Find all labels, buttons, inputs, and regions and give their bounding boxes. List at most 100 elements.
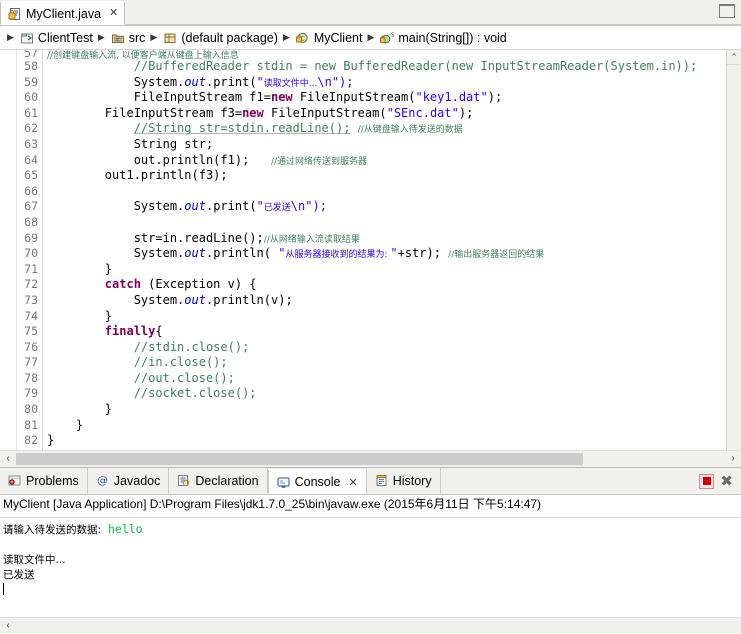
line-number: 69 <box>24 230 38 245</box>
tab-console[interactable]: Console ✕ <box>267 469 367 494</box>
tab-javadoc[interactable]: @ Javadoc <box>87 468 170 493</box>
line-number: 76 <box>24 339 38 354</box>
code-line: //BufferedReader stdin = new BufferedRea… <box>43 59 726 75</box>
code-line: //socket.close(); <box>43 386 726 402</box>
editor-horizontal-scrollbar[interactable]: ‹ › <box>0 450 741 467</box>
code-line: System.out.println(v); <box>47 292 293 307</box>
code-string: " <box>256 199 264 214</box>
breadcrumb-item-default-package[interactable]: (default package) <box>161 31 280 45</box>
code-string: " <box>390 246 398 261</box>
code-keyword: finally <box>104 324 156 339</box>
line-number: 64 <box>24 152 38 167</box>
code-string-chinese: 已发送 <box>263 203 291 214</box>
editor-tab-myclient[interactable]: MyClient.java ✕ <box>0 1 126 25</box>
view-toolbar: ✖ <box>695 468 741 494</box>
line-number-gutter: 57 58 59 60 61 62 63 64 65 66 67 68 69 70 71 72 73 74 75 76… <box>17 50 43 450</box>
tab-label: Console <box>294 475 341 489</box>
line-number: 77 <box>24 355 38 370</box>
line-number: 79 <box>24 386 38 401</box>
scroll-up-icon[interactable]: ⌃ <box>727 50 741 65</box>
javadoc-icon: @ <box>96 474 109 487</box>
tab-label: Javadoc <box>113 473 161 488</box>
hscroll-track[interactable] <box>16 453 725 465</box>
code-string-chinese: 从服务器接收到的结果为: <box>285 250 391 261</box>
tab-declaration[interactable]: Declaration <box>169 468 268 493</box>
editor-overview-ruler[interactable]: ⌃ <box>726 50 741 450</box>
breadcrumb-item-main-method[interactable]: S main(String[]) : void <box>378 31 508 45</box>
line-number: 61 <box>24 105 38 120</box>
editor-tab-bar-empty <box>125 0 741 25</box>
line-number: 81 <box>24 417 38 432</box>
scroll-left-icon[interactable]: ‹ <box>0 451 16 467</box>
restore-window-button[interactable] <box>719 4 735 18</box>
console-line: 读取文件中... <box>3 552 737 567</box>
code-string: \n"); <box>317 74 354 89</box>
code-editor[interactable]: 57 58 59 60 61 62 63 64 65 66 67 68 69 70 71 72 73 74 75 76… <box>0 50 741 450</box>
tab-label: History <box>392 473 432 488</box>
console-prompt-text: 请输入待发送的数据: <box>3 524 102 536</box>
eclipse-window: MyClient.java ✕ ▶ ClientTest ▶ src ▶ (de… <box>0 0 741 633</box>
line-number: 73 <box>24 292 38 307</box>
line-number: 70 <box>24 246 38 261</box>
line-number: 66 <box>24 183 38 198</box>
tab-problems[interactable]: Problems <box>0 468 88 493</box>
editor-tab-label: MyClient.java <box>26 6 102 21</box>
code-static-field: out <box>184 199 206 214</box>
breadcrumb-item-src[interactable]: src <box>109 31 148 45</box>
editor-marker-ruler[interactable] <box>0 50 17 450</box>
line-number: 57 <box>24 50 38 59</box>
code-comment-chinese: //输出服务器返回的结果 <box>448 250 545 261</box>
line-number: 68 <box>24 214 38 229</box>
breadcrumb-label: (default package) <box>181 30 278 45</box>
breadcrumb: ▶ ClientTest ▶ src ▶ (default package) ▶… <box>0 26 741 50</box>
code-line: out.println(f1); //通过网络传送到服务器 <box>47 152 368 167</box>
breadcrumb-arrow-icon: ▶ <box>367 32 375 42</box>
code-comment: //socket.close(); <box>133 386 257 401</box>
class-icon: C <box>295 31 310 45</box>
editor-tab-bar: MyClient.java ✕ <box>0 0 741 26</box>
code-line: catch (Exception v) { <box>104 277 257 292</box>
code-static-field: out <box>184 246 206 261</box>
editor-tab-close-icon[interactable]: ✕ <box>109 8 118 19</box>
breadcrumb-item-clienttest[interactable]: ClientTest <box>18 31 95 45</box>
line-number: 65 <box>24 168 38 183</box>
breadcrumb-item-myclient[interactable]: C MyClient <box>294 31 365 45</box>
line-number: 60 <box>24 90 38 105</box>
tab-history[interactable]: History <box>366 468 441 493</box>
scroll-right-icon[interactable]: › <box>725 451 741 467</box>
line-number: 74 <box>24 308 38 323</box>
tab-close-icon[interactable]: ✕ <box>348 476 357 489</box>
code-comment-chinese: //通过网络传送到服务器 <box>270 156 368 167</box>
breadcrumb-label: src <box>128 30 146 45</box>
code-line: //in.close(); <box>43 355 726 371</box>
svg-text:@: @ <box>97 474 108 487</box>
code-text-area[interactable]: //创建键盘输入流, 以便客户端从键盘上输入信息 //BufferedReade… <box>43 50 726 450</box>
method-icon: S <box>380 31 395 45</box>
code-string: \n"); <box>290 199 327 214</box>
code-comment: //out.close(); <box>133 370 235 385</box>
line-number: 59 <box>24 74 38 89</box>
hscroll-thumb[interactable] <box>16 453 584 465</box>
history-icon <box>375 474 388 487</box>
scroll-left-icon[interactable]: ‹ <box>0 618 16 634</box>
terminate-button[interactable] <box>699 473 715 489</box>
remove-all-terminated-icon[interactable]: ✖ <box>720 473 733 488</box>
console-icon <box>277 476 290 489</box>
breadcrumb-arrow-icon: ▶ <box>7 32 14 42</box>
code-keyword: catch <box>104 277 141 292</box>
line-number: 75 <box>24 324 38 339</box>
line-number: 67 <box>24 199 38 214</box>
code-string-chinese: 读取文件中... <box>263 78 318 89</box>
code-line: } <box>47 417 84 432</box>
console-hscroll-track[interactable] <box>16 619 741 632</box>
console-output[interactable]: 请输入待发送的数据: hello 读取文件中... 已发送 <box>0 518 741 617</box>
problems-icon <box>8 474 21 487</box>
console-horizontal-scrollbar[interactable]: ‹ <box>0 617 741 633</box>
breadcrumb-arrow-icon: ▶ <box>150 32 158 42</box>
line-number: 78 <box>24 370 38 385</box>
code-comment: //in.close(); <box>133 355 228 370</box>
code-comment-chinese: //从键盘输入待发送的数据 <box>357 125 463 136</box>
